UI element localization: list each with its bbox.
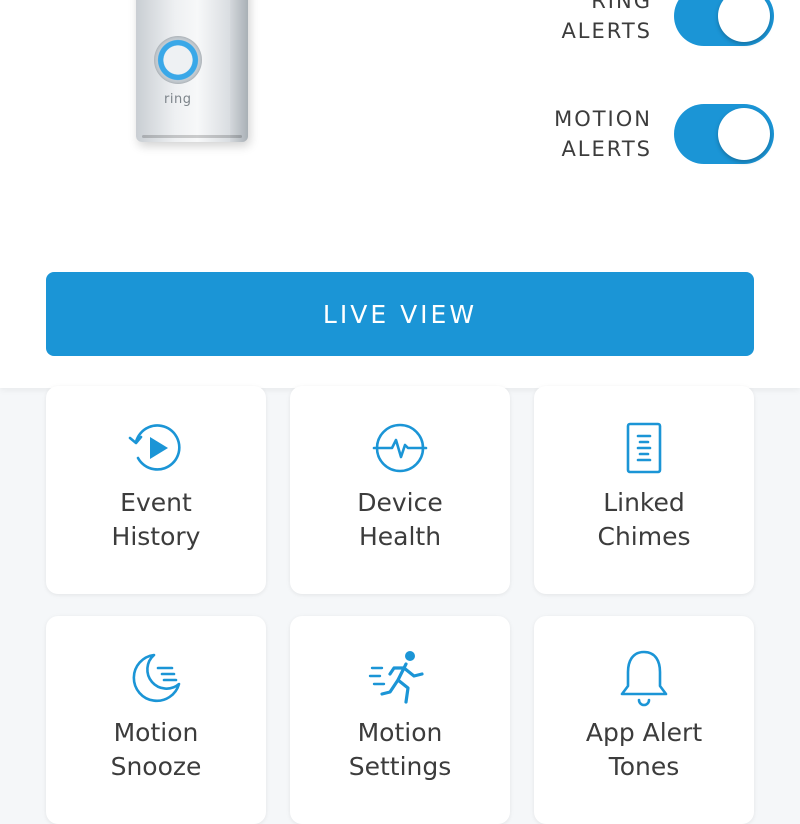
tile-label: App Alert Tones (585, 718, 703, 781)
live-view-button[interactable]: LIVE VIEW (46, 272, 754, 356)
ring-alerts-label-line1: RING (591, 0, 652, 13)
doorbell-brand-label: ring (164, 92, 192, 107)
app-alert-tones-icon (612, 646, 676, 710)
motion-alerts-toggle[interactable] (674, 104, 774, 164)
tile-motion-settings[interactable]: Motion Settings (290, 616, 510, 824)
device-health-icon (368, 416, 432, 480)
ring-alerts-label-line2: ALERTS (561, 19, 652, 43)
tile-motion-snooze[interactable]: Motion Snooze (46, 616, 266, 824)
doorbell-edge (230, 0, 248, 142)
tile-label: Device Health (357, 488, 443, 551)
tile-label: Motion Snooze (110, 718, 202, 781)
tile-event-history[interactable]: Event History (46, 386, 266, 594)
doorbell-device-image: ring (136, 0, 248, 142)
tile-label: Motion Settings (348, 718, 452, 781)
toggle-knob (718, 0, 770, 42)
tile-label: Linked Chimes (597, 488, 691, 551)
tile-app-alert-tones[interactable]: App Alert Tones (534, 616, 754, 824)
motion-alerts-row: MOTION ALERTS (554, 104, 774, 164)
motion-alerts-label-line2: ALERTS (561, 137, 652, 161)
toggle-knob (718, 108, 770, 160)
ring-alerts-label: RING ALERTS (561, 0, 652, 46)
motion-alerts-label: MOTION ALERTS (554, 104, 652, 164)
tile-device-health[interactable]: Device Health (290, 386, 510, 594)
linked-chimes-icon (612, 416, 676, 480)
doorbell-button-icon (154, 36, 202, 84)
ring-alerts-toggle[interactable] (674, 0, 774, 46)
ring-alerts-row: RING ALERTS (561, 0, 774, 46)
motion-alerts-label-line1: MOTION (554, 107, 652, 131)
motion-snooze-icon (124, 646, 188, 710)
device-header-panel: ring RING ALERTS MOTION ALERTS LIVE VIEW (0, 0, 800, 388)
tile-linked-chimes[interactable]: Linked Chimes (534, 386, 754, 594)
motion-settings-icon (368, 646, 432, 710)
event-history-icon (124, 416, 188, 480)
tile-label: Event History (111, 488, 201, 551)
